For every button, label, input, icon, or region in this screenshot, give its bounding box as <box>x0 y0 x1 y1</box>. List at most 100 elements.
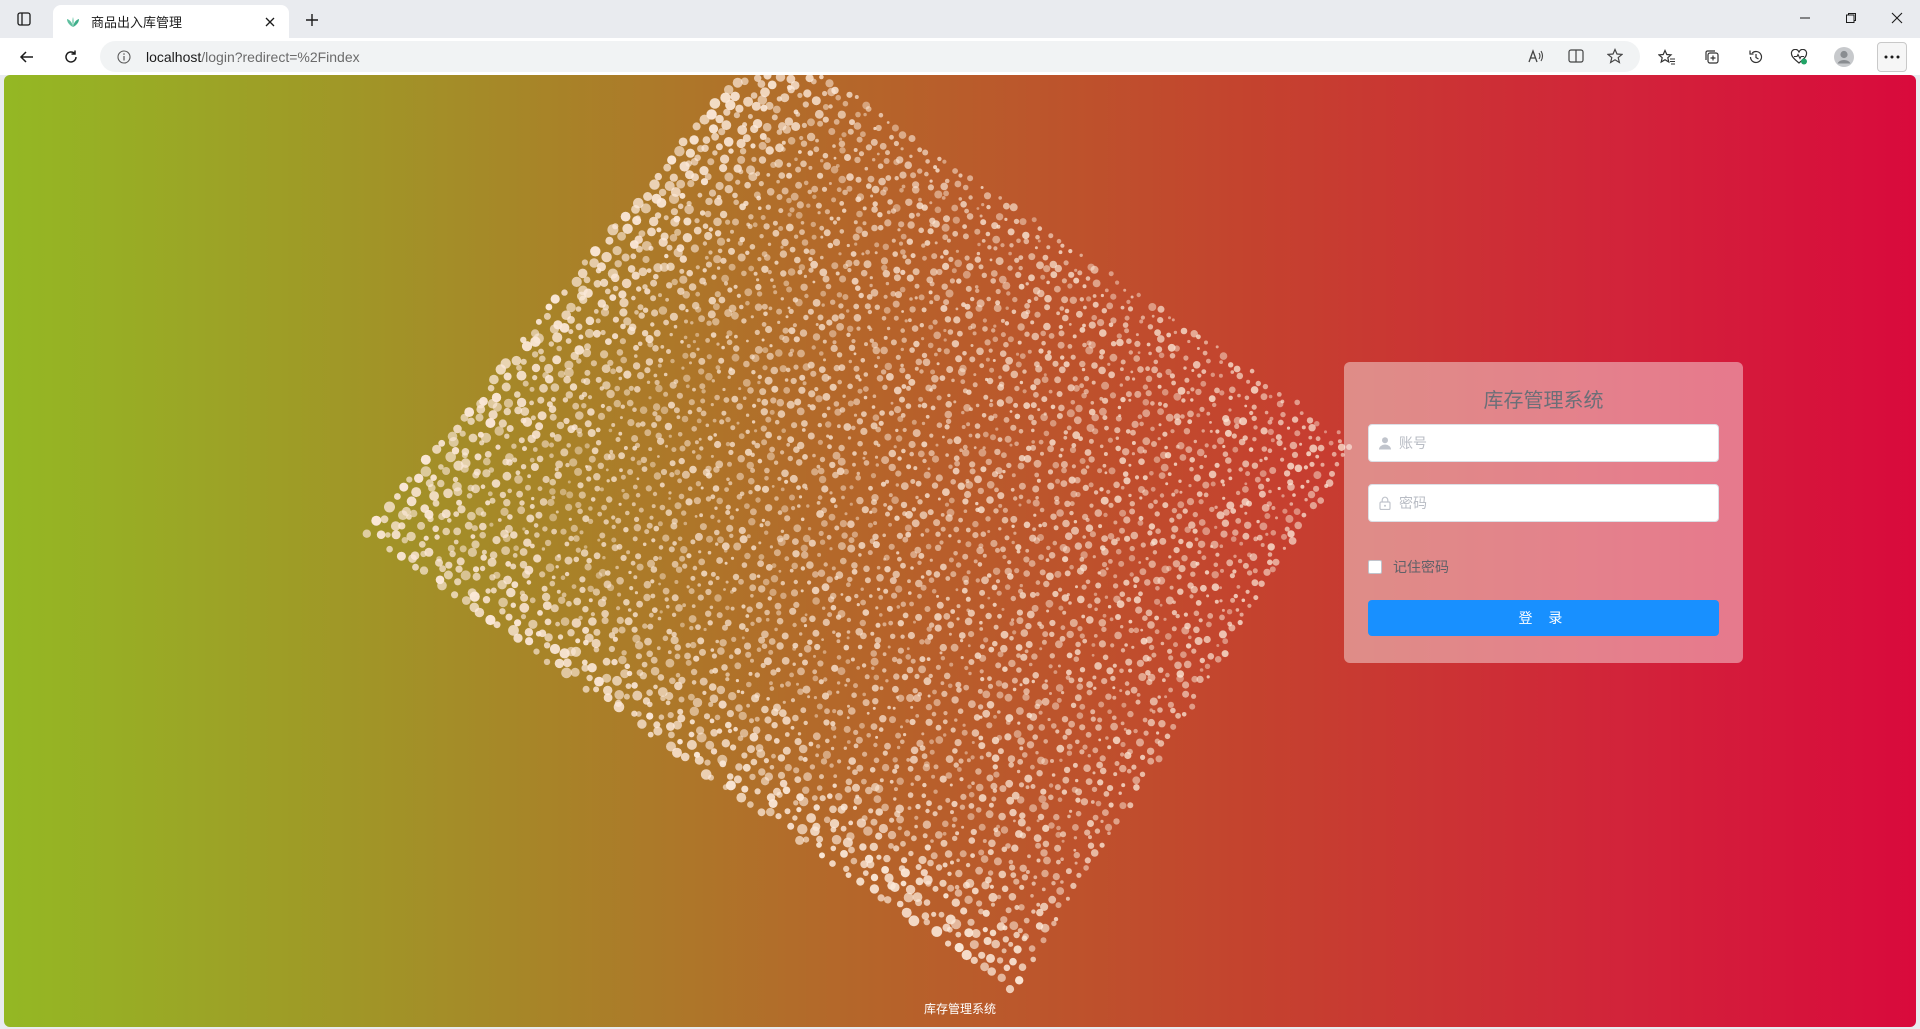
particle-dot <box>803 772 812 782</box>
particle-dot <box>985 231 991 237</box>
particle-dot <box>789 474 798 483</box>
particle-dot <box>567 425 576 434</box>
particle-dot <box>900 363 904 368</box>
split-screen-icon[interactable] <box>1562 42 1590 70</box>
particle-dot <box>879 715 887 723</box>
particle-dot <box>880 346 888 355</box>
particle-dot <box>844 512 848 516</box>
particle-dot <box>1001 452 1007 459</box>
profile-avatar-icon[interactable] <box>1829 42 1859 72</box>
restore-button[interactable] <box>1828 6 1874 30</box>
particle-dot <box>779 250 788 258</box>
browser-essentials-icon[interactable] <box>1784 42 1814 72</box>
particle-dot <box>735 704 743 712</box>
new-tab-button[interactable] <box>300 9 324 31</box>
address-bar[interactable]: localhost/login?redirect=%2Findex <box>100 41 1640 72</box>
particle-dot <box>1162 431 1168 437</box>
particle-dot <box>920 584 927 591</box>
particle-dot <box>884 742 891 750</box>
particle-dot <box>900 880 907 887</box>
remember-password[interactable]: 记住密码 <box>1368 557 1449 577</box>
particle-dot <box>992 567 1001 575</box>
password-input[interactable] <box>1399 495 1699 511</box>
refresh-icon[interactable] <box>56 42 86 72</box>
particle-dot <box>971 741 975 744</box>
particle-dot <box>644 429 652 437</box>
particle-dot <box>632 536 638 542</box>
remember-checkbox[interactable] <box>1368 560 1382 574</box>
particle-dot <box>603 519 609 525</box>
particle-dot <box>855 736 863 744</box>
particle-dot <box>621 488 625 493</box>
particle-dot <box>1293 508 1301 515</box>
browser-tab[interactable]: 商品出入库管理 <box>53 5 289 38</box>
particle-dot <box>510 563 517 570</box>
particle-dot <box>928 290 933 295</box>
particle-dot <box>1199 657 1206 664</box>
history-icon[interactable] <box>1741 42 1771 72</box>
particle-dot <box>1280 457 1285 462</box>
particle-dot <box>489 497 496 504</box>
particle-dot <box>981 413 987 418</box>
particle-dot <box>872 698 879 705</box>
particle-dot <box>549 478 556 486</box>
particle-dot <box>1233 554 1237 558</box>
more-options-icon[interactable] <box>1877 42 1907 72</box>
particle-dot <box>1206 358 1211 364</box>
read-aloud-icon[interactable] <box>1522 42 1550 70</box>
particle-dot <box>897 647 905 654</box>
particle-dot <box>679 268 685 274</box>
password-field[interactable] <box>1368 484 1719 522</box>
particle-dot <box>1074 649 1081 656</box>
particle-dot <box>530 543 535 549</box>
particle-dot <box>954 259 962 268</box>
close-tab-icon[interactable] <box>261 13 279 31</box>
username-field[interactable] <box>1368 424 1719 462</box>
close-window-button[interactable] <box>1874 6 1920 30</box>
particle-dot <box>1037 813 1045 821</box>
particle-dot <box>831 262 839 270</box>
particle-dot <box>1226 609 1233 615</box>
particle-dot <box>928 577 935 583</box>
username-input[interactable] <box>1399 435 1699 451</box>
particle-dot <box>1046 545 1051 551</box>
particle-dot <box>543 658 551 666</box>
back-arrow-icon[interactable] <box>12 42 42 72</box>
favorites-icon[interactable] <box>1652 42 1682 72</box>
particle-dot <box>945 596 950 601</box>
particle-dot <box>892 300 900 308</box>
favorite-star-icon[interactable] <box>1601 42 1629 70</box>
particle-dot <box>1008 941 1014 947</box>
particle-dot <box>772 284 776 289</box>
particle-dot <box>1129 545 1135 552</box>
particle-dot <box>593 309 599 314</box>
particle-dot <box>1098 738 1102 742</box>
particle-dot <box>1000 243 1005 248</box>
particle-dot <box>921 421 926 426</box>
particle-dot <box>836 639 841 644</box>
particle-dot <box>1068 601 1072 605</box>
particle-dot <box>745 614 750 618</box>
particle-dot <box>679 555 686 562</box>
collections-icon[interactable] <box>1697 42 1727 72</box>
particle-dot <box>723 588 726 591</box>
particle-dot <box>708 683 717 691</box>
minimize-button[interactable] <box>1782 6 1828 30</box>
particle-dot <box>800 707 807 714</box>
tab-actions-icon[interactable] <box>14 10 34 28</box>
particle-dot <box>576 358 582 364</box>
particle-dot <box>656 227 662 233</box>
particle-dot <box>599 487 604 492</box>
particle-dot <box>1133 584 1137 588</box>
login-button[interactable]: 登 录 <box>1368 600 1719 636</box>
particle-dot <box>829 216 834 221</box>
particle-dot <box>657 455 660 458</box>
particle-dot <box>1064 532 1073 540</box>
particle-dot <box>818 530 824 536</box>
site-info-icon[interactable] <box>116 49 132 65</box>
particle-dot <box>906 647 910 651</box>
particle-dot <box>690 244 700 253</box>
particle-dot <box>886 326 891 331</box>
particle-dot <box>604 288 611 295</box>
particle-dot <box>1130 686 1138 694</box>
